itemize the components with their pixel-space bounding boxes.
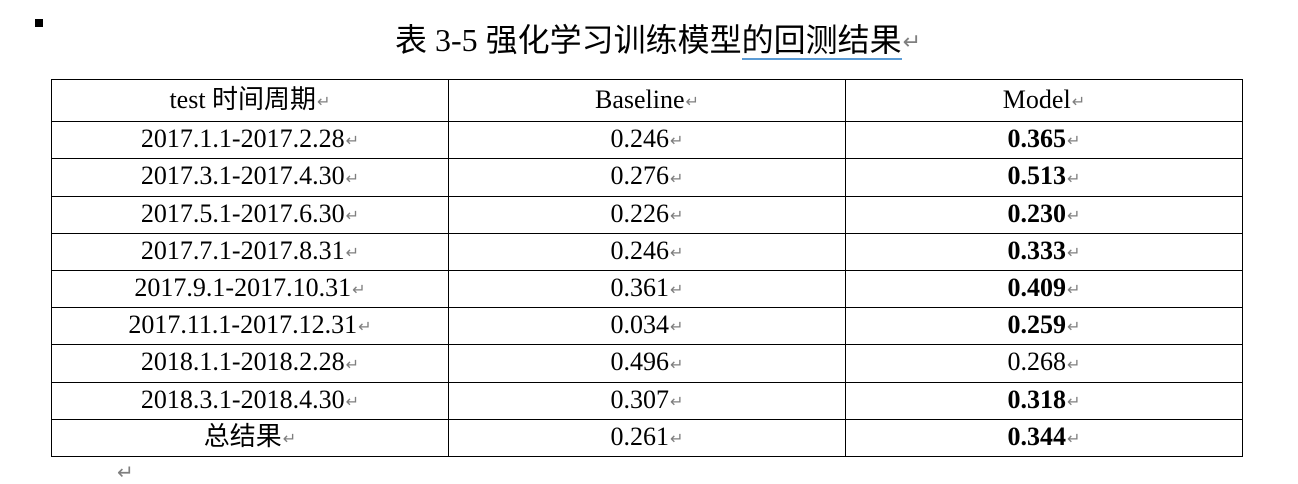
paragraph-mark-icon: ↵ xyxy=(117,460,134,484)
cell-model: 0.230↵ xyxy=(845,195,1243,234)
cell-model: 0.318↵ xyxy=(845,381,1243,420)
paragraph-mark-icon: ↵ xyxy=(670,280,684,300)
paragraph-mark-icon: ↵ xyxy=(352,280,366,300)
table-row: 2017.11.1-2017.12.31↵ 0.034↵ 0.259↵ xyxy=(51,307,1243,346)
cell-model: 0.259↵ xyxy=(845,307,1243,346)
header-row: test 时间周期↵ Baseline↵ Model↵ xyxy=(51,78,1243,123)
paragraph-mark-icon: ↵ xyxy=(345,391,360,411)
table-row: 2018.1.1-2018.2.28↵ 0.496↵ 0.268↵ xyxy=(51,344,1243,383)
cell-baseline: 0.226↵ xyxy=(448,195,846,234)
caption-text-underlined: 的回测结果 xyxy=(741,22,902,60)
cell-period: 2017.11.1-2017.12.31↵ xyxy=(51,307,449,346)
paragraph-mark-icon: ↵ xyxy=(1067,317,1081,337)
table-caption: 表 3-5 强化学习训练模型的回测结果↵ xyxy=(0,16,1298,67)
caption-text-prefix: 表 3-5 强化学习训练模型 xyxy=(394,22,742,58)
cell-model: 0.365↵ xyxy=(845,121,1243,160)
paragraph-mark-icon: ↵ xyxy=(1067,205,1081,225)
paragraph-mark-icon: ↵ xyxy=(345,243,360,263)
table-row: 2017.3.1-2017.4.30↵ 0.276↵ 0.513↵ xyxy=(51,158,1243,197)
paragraph-mark-icon: ↵ xyxy=(902,30,922,55)
paragraph-mark-icon: ↵ xyxy=(358,317,372,337)
paragraph-mark-icon: ↵ xyxy=(345,131,360,151)
table-row: 2018.3.1-2018.4.30↵ 0.307↵ 0.318↵ xyxy=(51,381,1243,420)
cell-model: 0.409↵ xyxy=(845,270,1243,309)
paragraph-mark-icon: ↵ xyxy=(670,429,684,449)
paragraph-mark-icon: ↵ xyxy=(670,205,684,225)
paragraph-mark-icon: ↵ xyxy=(670,131,684,151)
cell-baseline: 0.034↵ xyxy=(448,307,846,346)
cell-model: 0.344↵ xyxy=(845,418,1243,458)
cell-period: 2017.3.1-2017.4.30↵ xyxy=(51,158,449,197)
table-row: 2017.1.1-2017.2.28↵ 0.246↵ 0.365↵ xyxy=(51,121,1243,160)
cell-period: 2017.1.1-2017.2.28↵ xyxy=(51,121,449,160)
paragraph-mark-icon: ↵ xyxy=(685,92,700,112)
results-table: test 时间周期↵ Baseline↵ Model↵ 2017.1.1-201… xyxy=(51,78,1243,458)
cell-baseline: 0.261↵ xyxy=(448,418,846,458)
cell-baseline: 0.496↵ xyxy=(448,344,846,383)
cell-period: 2017.9.1-2017.10.31↵ xyxy=(51,270,449,309)
paragraph-mark-icon: ↵ xyxy=(670,391,684,411)
table-row: 2017.5.1-2017.6.30↵ 0.226↵ 0.230↵ xyxy=(51,195,1243,234)
cell-model: 0.333↵ xyxy=(845,232,1243,272)
cell-period: 2017.7.1-2017.8.31↵ xyxy=(51,232,449,272)
paragraph-mark-icon: ↵ xyxy=(345,205,360,225)
cell-period: 2018.1.1-2018.2.28↵ xyxy=(51,344,449,383)
paragraph-mark-icon: ↵ xyxy=(670,354,684,374)
paragraph-mark-icon: ↵ xyxy=(345,354,360,374)
header-cell-period: test 时间周期↵ xyxy=(51,78,449,123)
cell-model: 0.513↵ xyxy=(845,158,1243,197)
cell-model: 0.268↵ xyxy=(845,344,1243,383)
cell-baseline: 0.246↵ xyxy=(448,232,846,272)
paragraph-mark-icon: ↵ xyxy=(345,168,360,188)
paragraph-mark-icon: ↵ xyxy=(1071,92,1086,112)
paragraph-mark-icon: ↵ xyxy=(1067,131,1081,151)
paragraph-mark-icon: ↵ xyxy=(1067,391,1081,411)
cell-baseline: 0.276↵ xyxy=(448,158,846,197)
paragraph-mark-icon: ↵ xyxy=(670,243,684,263)
paragraph-mark-icon: ↵ xyxy=(1067,354,1081,374)
paragraph-mark-icon: ↵ xyxy=(317,92,331,112)
cell-baseline: 0.361↵ xyxy=(448,270,846,309)
cell-period: 2018.3.1-2018.4.30↵ xyxy=(51,381,449,420)
paragraph-mark-icon: ↵ xyxy=(1067,280,1081,300)
header-cell-model: Model↵ xyxy=(845,78,1243,123)
paragraph-mark-icon: ↵ xyxy=(1067,429,1081,449)
header-cell-baseline: Baseline↵ xyxy=(448,78,846,123)
paragraph-mark-icon: ↵ xyxy=(670,168,684,188)
cell-baseline: 0.246↵ xyxy=(448,121,846,160)
paragraph-mark-icon: ↵ xyxy=(282,429,297,449)
table-row: 2017.9.1-2017.10.31↵ 0.361↵ 0.409↵ xyxy=(51,270,1243,309)
table-row: 2017.7.1-2017.8.31↵ 0.246↵ 0.333↵ xyxy=(51,232,1243,272)
cell-period: 2017.5.1-2017.6.30↵ xyxy=(51,195,449,234)
paragraph-mark-icon: ↵ xyxy=(1067,243,1081,263)
table-row: 总结果↵ 0.261↵ 0.344↵ xyxy=(51,418,1243,458)
cell-period: 总结果↵ xyxy=(51,418,449,458)
cell-baseline: 0.307↵ xyxy=(448,381,846,420)
paragraph-mark-icon: ↵ xyxy=(670,317,684,337)
paragraph-mark-icon: ↵ xyxy=(1067,168,1081,188)
